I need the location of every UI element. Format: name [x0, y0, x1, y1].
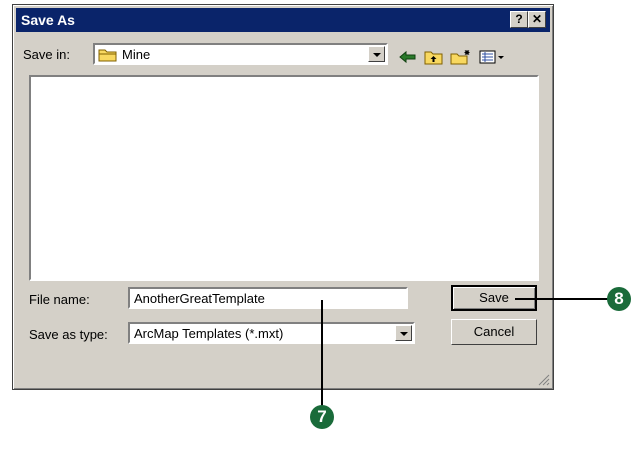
back-icon[interactable] — [398, 49, 418, 65]
save-in-value: Mine — [122, 47, 151, 62]
file-list[interactable] — [29, 75, 539, 281]
folder-icon — [98, 49, 117, 62]
save-as-type-dropdown-arrow[interactable] — [395, 325, 412, 341]
save-in-label: Save in: — [23, 47, 70, 62]
up-one-level-icon[interactable] — [424, 49, 444, 65]
file-name-label: File name: — [29, 292, 90, 307]
callout-8-badge: 8 — [607, 287, 631, 311]
file-name-value: AnotherGreatTemplate — [134, 291, 265, 306]
close-button[interactable]: ✕ — [528, 11, 546, 28]
cancel-button[interactable]: Cancel — [451, 319, 537, 345]
help-button[interactable]: ? — [510, 11, 528, 28]
view-menu-icon[interactable] — [479, 49, 507, 65]
save-in-dropdown-arrow[interactable] — [368, 46, 385, 62]
callout-7-badge: 7 — [310, 405, 334, 429]
save-in-combo[interactable]: Mine — [93, 43, 388, 65]
save-as-type-combo[interactable]: ArcMap Templates (*.mxt) — [128, 322, 415, 344]
resize-grip-icon[interactable] — [538, 374, 550, 386]
title-bar: Save As ? ✕ — [16, 8, 550, 32]
file-name-input[interactable]: AnotherGreatTemplate — [128, 287, 408, 309]
save-as-type-label: Save as type: — [29, 327, 108, 342]
save-as-type-value: ArcMap Templates (*.mxt) — [134, 326, 284, 341]
dialog-title: Save As — [21, 12, 75, 28]
save-as-dialog: Save As ? ✕ Save in: Mine File name: Ano… — [12, 4, 554, 390]
callout-8-leader — [515, 298, 609, 300]
callout-7-leader — [321, 300, 323, 408]
new-folder-icon[interactable] — [450, 49, 472, 65]
